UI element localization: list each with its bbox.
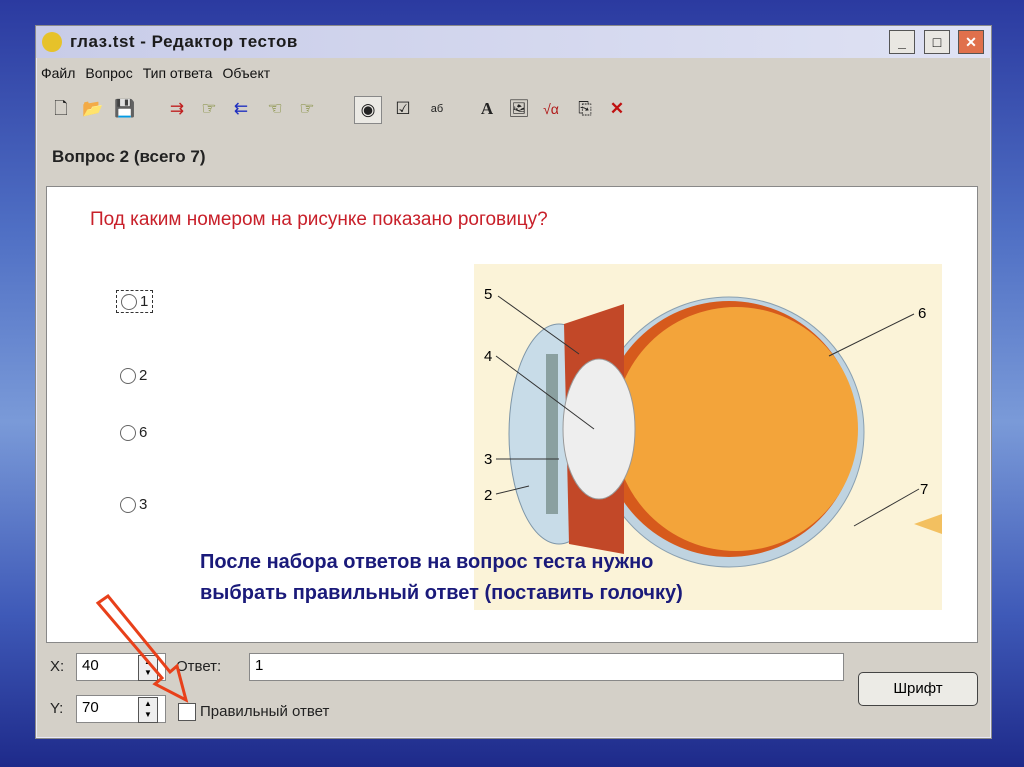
option-label: 6 (139, 424, 148, 441)
menu-object[interactable]: Объект (217, 62, 275, 84)
question-header: Вопрос 2 (всего 7) (52, 147, 206, 166)
next-question-icon[interactable]: ☞ (294, 96, 320, 122)
menu-file[interactable]: Файл (36, 62, 80, 84)
image-label: 2 (484, 487, 492, 504)
formula-icon[interactable]: √α (538, 96, 564, 122)
remove-answer-icon[interactable]: ⇇ (228, 96, 254, 122)
font-button[interactable]: Шрифт (858, 672, 978, 706)
font-icon[interactable]: A (474, 96, 500, 122)
window-title: глаз.tst - Редактор тестов (70, 32, 298, 51)
radio-button[interactable] (121, 293, 137, 310)
previous-question-icon[interactable]: ☜ (262, 96, 288, 122)
toolbar: 🗋 📂 💾 ⇉ ☞ ⇇ ☜ ☞ ◉ ☑ аб A 🖼 √α ⎘ ✕ (44, 94, 984, 126)
title-bar[interactable]: глаз.tst - Редактор тестов _ □ ✕ (36, 26, 991, 58)
open-folder-icon[interactable]: 📂 (80, 96, 106, 122)
multiple-choice-icon[interactable]: ☑ (390, 96, 416, 122)
radio-button[interactable] (120, 496, 136, 513)
answer-option[interactable]: 6 (120, 424, 147, 441)
image-icon[interactable]: 🖼 (506, 96, 532, 122)
menu-question[interactable]: Вопрос (80, 62, 137, 84)
answer-label: Ответ: (176, 658, 222, 675)
minimize-button[interactable]: _ (889, 30, 915, 54)
save-icon[interactable]: 💾 (112, 96, 138, 122)
menu-answer-type[interactable]: Тип ответа (138, 62, 218, 84)
answer-option[interactable]: 1 (115, 290, 154, 313)
add-answer-icon[interactable]: ⇉ (164, 96, 190, 122)
single-choice-icon[interactable]: ◉ (354, 96, 382, 124)
overlay-line: После набора ответов на вопрос теста нуж… (200, 551, 654, 573)
image-label: 3 (484, 451, 492, 468)
image-label: 5 (484, 286, 492, 303)
correct-answer-checkbox[interactable] (178, 703, 196, 721)
x-label: X: (50, 658, 65, 675)
answer-option[interactable]: 3 (120, 496, 147, 513)
option-label: 2 (139, 367, 148, 384)
image-label: 6 (918, 305, 926, 322)
app-icon (42, 32, 62, 52)
answer-input[interactable]: 1 (249, 653, 844, 681)
y-label: Y: (50, 700, 64, 717)
instruction-overlay: После набора ответов на вопрос теста нуж… (200, 547, 683, 609)
new-file-icon[interactable]: 🗋 (48, 96, 74, 122)
y-spinner[interactable]: ▲ ▼ (138, 697, 158, 723)
x-spinner[interactable]: ▲ ▼ (138, 655, 158, 681)
radio-button[interactable] (120, 367, 136, 384)
object-icon[interactable]: ⎘ (572, 96, 598, 122)
delete-icon[interactable]: ✕ (604, 96, 630, 122)
image-label: 4 (484, 348, 492, 365)
option-label: 3 (139, 496, 148, 513)
radio-button[interactable] (120, 424, 136, 441)
correct-answer-label: Правильный ответ (200, 703, 330, 720)
close-button[interactable]: ✕ (958, 30, 984, 54)
maximize-button[interactable]: □ (924, 30, 950, 54)
answer-option[interactable]: 2 (120, 367, 147, 384)
menu-bar: Файл Вопрос Тип ответа Объект (36, 62, 991, 86)
option-label: 1 (140, 293, 149, 310)
insert-answer-icon[interactable]: ☞ (196, 96, 222, 122)
image-label: 7 (920, 481, 928, 498)
overlay-line: выбрать правильный ответ (поставить голо… (200, 582, 683, 604)
text-answer-icon[interactable]: аб (424, 96, 450, 122)
question-text[interactable]: Под каким номером на рисунке показано ро… (90, 209, 548, 231)
editor-window: глаз.tst - Редактор тестов _ □ ✕ Файл Воп… (35, 25, 992, 739)
